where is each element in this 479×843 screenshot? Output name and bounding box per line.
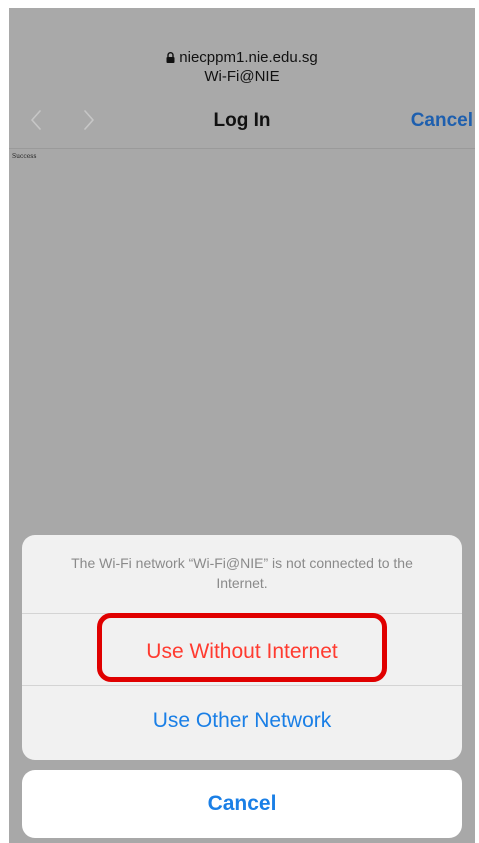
- lock-icon: [166, 52, 175, 63]
- navigation-header: niecppm1.nie.edu.sg Wi-Fi@NIE Log In Can…: [9, 8, 475, 149]
- divider: [22, 685, 462, 686]
- network-name: Wi-Fi@NIE: [204, 68, 280, 85]
- use-other-network-button[interactable]: Use Other Network: [22, 708, 462, 734]
- page-title: Log In: [213, 110, 271, 131]
- screen: niecppm1.nie.edu.sg Wi-Fi@NIE Log In Can…: [0, 0, 479, 843]
- nav-cancel-button[interactable]: Cancel: [411, 110, 473, 132]
- page-body-text: Success: [12, 153, 37, 160]
- cancel-sheet[interactable]: Cancel: [22, 770, 462, 838]
- cancel-button[interactable]: Cancel: [22, 791, 462, 817]
- highlight-annotation: [97, 613, 387, 682]
- url-bar: niecppm1.nie.edu.sg: [9, 49, 475, 67]
- url-text: niecppm1.nie.edu.sg: [179, 49, 318, 66]
- captive-portal-view: niecppm1.nie.edu.sg Wi-Fi@NIE Log In Can…: [9, 8, 475, 843]
- action-sheet-message: The Wi-Fi network “Wi-Fi@NIE” is not con…: [71, 555, 413, 591]
